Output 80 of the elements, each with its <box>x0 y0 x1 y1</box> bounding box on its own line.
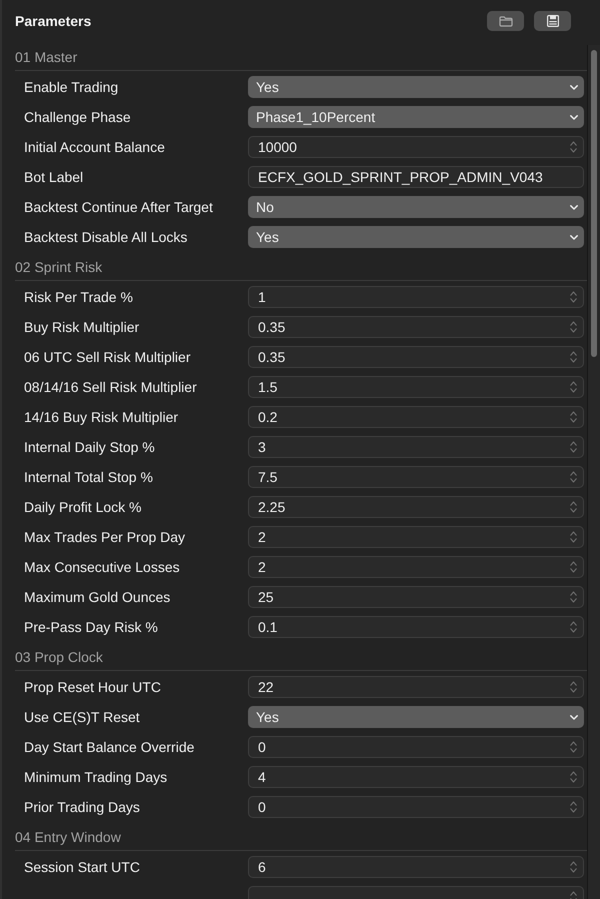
parameter-label: Risk Per Trade % <box>24 288 134 306</box>
parameter-label: Prop Reset Hour UTC <box>24 678 162 697</box>
number-field[interactable]: 22 <box>248 676 584 698</box>
stepper-arrows-icon <box>570 381 577 393</box>
number-field[interactable]: 6 <box>248 856 584 878</box>
parameter-label: Max Trades Per Prop Day <box>24 528 186 547</box>
section-title: 04 Entry Window <box>15 828 121 846</box>
parameter-label: Session Start UTC <box>24 858 141 876</box>
stepper-arrows-icon <box>570 861 577 873</box>
parameter-label: Initial Account Balance <box>24 138 166 156</box>
number-field[interactable]: 10000 <box>248 136 584 158</box>
parameter-label: 08/14/16 Sell Risk Multiplier <box>24 378 198 397</box>
chevron-down-icon <box>570 114 578 120</box>
number-field[interactable]: 0.35 <box>248 346 584 368</box>
dropdown[interactable]: No <box>248 196 584 218</box>
number-field[interactable]: 2 <box>248 556 584 578</box>
stepper-arrows-icon <box>570 321 577 333</box>
stepper-arrows-icon <box>570 351 577 363</box>
number-field[interactable]: 7.5 <box>248 466 584 488</box>
parameter-label: Use CE(S)T Reset <box>24 708 141 727</box>
parameter-label: Buy Risk Multiplier <box>24 318 140 337</box>
stepper-arrows-icon <box>570 471 577 483</box>
number-field[interactable]: 2.25 <box>248 496 584 518</box>
parameter-label: Daily Profit Lock % <box>24 498 142 517</box>
chevron-down-icon <box>570 84 578 90</box>
folder-button[interactable] <box>487 11 524 31</box>
stepper-arrows-icon <box>570 621 577 633</box>
chevron-down-icon <box>570 204 578 210</box>
section-title: 01 Master <box>15 48 78 66</box>
stepper-arrows-icon <box>570 561 577 573</box>
stepper-arrows-icon <box>570 141 577 153</box>
section-title: 02 Sprint Risk <box>15 258 102 276</box>
number-field[interactable]: 1 <box>248 286 584 308</box>
parameter-label: Minimum Trading Days <box>24 768 168 787</box>
parameter-label: 14/16 Buy Risk Multiplier <box>24 408 180 427</box>
parameter-label: Maximum Gold Ounces <box>24 588 172 606</box>
panel-title: Parameters <box>15 12 92 30</box>
parameter-label: Max Consecutive Losses <box>24 558 181 576</box>
stepper-arrows-icon <box>570 441 577 453</box>
parameter-label: Enable Trading <box>24 78 120 97</box>
save-button[interactable] <box>534 11 571 31</box>
number-field[interactable]: 3 <box>248 436 584 458</box>
chevron-down-icon <box>570 234 578 240</box>
scrollbar-thumb[interactable] <box>591 50 597 357</box>
number-field[interactable]: 0 <box>248 736 584 758</box>
stepper-arrows-icon <box>570 501 577 513</box>
stepper-arrows-icon <box>570 531 577 543</box>
parameter-label: Pre-Pass Day Risk % <box>24 618 159 637</box>
folder-icon <box>498 16 512 26</box>
stepper-arrows-icon <box>570 291 577 303</box>
number-field[interactable]: 25 <box>248 586 584 608</box>
number-field[interactable]: 0.1 <box>248 616 584 638</box>
dropdown[interactable]: Yes <box>248 226 584 248</box>
parameter-label: Internal Total Stop % <box>24 468 154 487</box>
dropdown[interactable]: Phase1_10Percent <box>248 106 584 128</box>
chevron-down-icon <box>570 714 578 720</box>
parameter-label: Day Start Balance Override <box>24 738 196 757</box>
stepper-arrows-icon <box>570 801 577 813</box>
number-field[interactable]: 0.2 <box>248 406 584 428</box>
parameter-label: Prior Trading Days <box>24 798 141 817</box>
number-field[interactable]: 2 <box>248 526 584 548</box>
number-field[interactable]: 4 <box>248 766 584 788</box>
stepper-arrows-icon <box>570 411 577 423</box>
number-field[interactable]: 0.35 <box>248 316 584 338</box>
number-field[interactable]: 1.5 <box>248 376 584 398</box>
parameter-label: Internal Daily Stop % <box>24 438 156 457</box>
stepper-arrows-icon <box>570 741 577 753</box>
section-title: 03 Prop Clock <box>15 648 103 666</box>
text-field[interactable]: ECFX_GOLD_SPRINT_PROP_ADMIN_V043 <box>248 166 584 188</box>
parameter-label: Bot Label <box>24 168 84 186</box>
parameter-label: Backtest Disable All Locks <box>24 228 188 246</box>
parameter-label: Backtest Continue After Target <box>24 198 214 217</box>
dropdown[interactable]: Yes <box>248 76 584 98</box>
dropdown[interactable]: Yes <box>248 706 584 728</box>
stepper-arrows-icon <box>570 591 577 603</box>
parameter-label: 06 UTC Sell Risk Multiplier <box>24 348 192 367</box>
parameter-label: Challenge Phase <box>24 108 132 127</box>
number-field[interactable]: 0 <box>248 796 584 818</box>
stepper-arrows-icon <box>570 771 577 783</box>
stepper-arrows-icon <box>570 681 577 693</box>
